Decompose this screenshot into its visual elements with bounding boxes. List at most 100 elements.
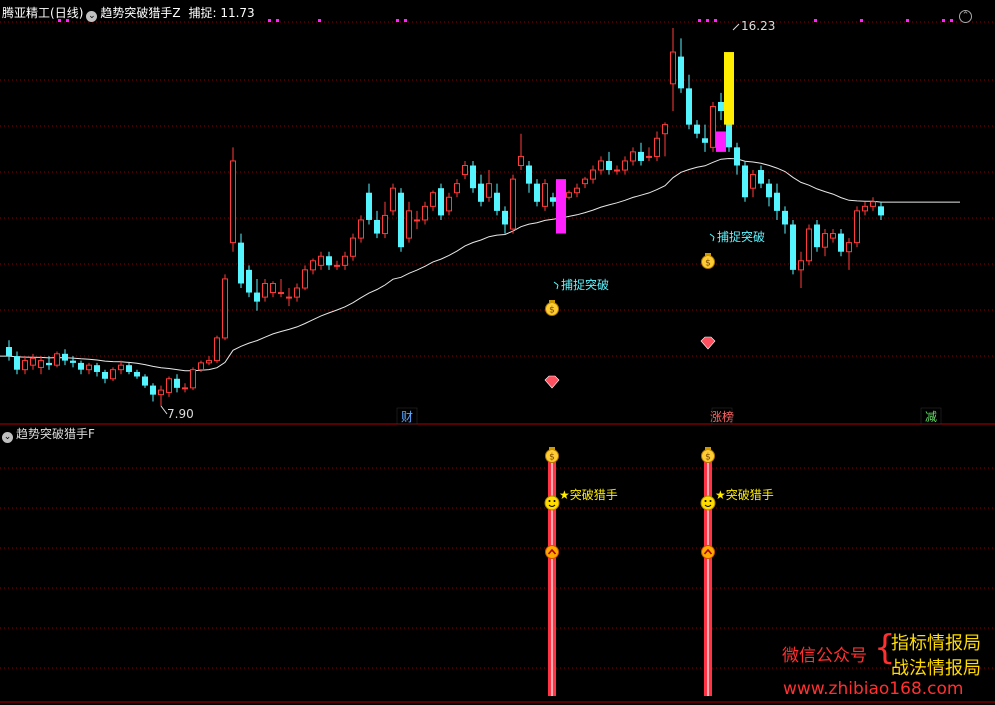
candle-body bbox=[62, 353, 68, 361]
candle-body bbox=[662, 124, 668, 135]
candle bbox=[566, 190, 572, 200]
candle-body bbox=[710, 106, 716, 148]
candle bbox=[142, 374, 148, 388]
grid-lines bbox=[0, 19, 995, 703]
candle-body bbox=[406, 210, 412, 239]
candle bbox=[550, 192, 556, 207]
signal-dot bbox=[318, 19, 321, 22]
candle bbox=[390, 183, 396, 216]
candle-body bbox=[606, 160, 612, 171]
candle bbox=[414, 210, 420, 230]
candle-body bbox=[118, 364, 124, 371]
candle-body bbox=[102, 371, 108, 379]
candle-body bbox=[38, 360, 44, 368]
signal-dot bbox=[950, 19, 953, 22]
chevron-up-icon bbox=[545, 545, 559, 559]
kline-chart[interactable]: 16.237.90捕捉突破捕捉突破$$财 涨榜减 $★突破猎手$★突破猎手 bbox=[0, 0, 995, 705]
candle-body bbox=[854, 210, 860, 244]
signal-dot bbox=[860, 19, 863, 22]
candle-body bbox=[182, 387, 188, 390]
capture-breakout-label: 捕捉突破 bbox=[561, 277, 609, 292]
candle bbox=[646, 147, 652, 161]
signal-dot bbox=[404, 19, 407, 22]
candle bbox=[374, 210, 380, 239]
candle-body bbox=[670, 51, 676, 85]
candle bbox=[302, 265, 308, 291]
smiley-eye bbox=[548, 500, 551, 502]
candle bbox=[246, 265, 252, 298]
candle bbox=[278, 278, 284, 298]
candle bbox=[670, 28, 676, 112]
signal-column-highlight bbox=[551, 452, 553, 696]
candle bbox=[230, 147, 236, 252]
candle-body bbox=[742, 165, 748, 198]
collapse-button[interactable]: ⌃ bbox=[956, 5, 975, 23]
candle-body bbox=[142, 376, 148, 386]
high-pointer bbox=[732, 23, 740, 31]
candle-body bbox=[390, 187, 396, 212]
candle-body bbox=[806, 228, 812, 262]
candle-body bbox=[542, 183, 548, 207]
candle bbox=[166, 376, 172, 397]
money-bag-icon: $ bbox=[545, 447, 559, 463]
candlestick-series bbox=[6, 28, 884, 406]
chevron-up-icon bbox=[701, 545, 715, 559]
diamond-icon bbox=[700, 336, 716, 350]
candle-body bbox=[302, 269, 308, 289]
candle-body bbox=[862, 205, 868, 212]
candle-body bbox=[398, 192, 404, 248]
candle bbox=[502, 206, 508, 234]
candle-body bbox=[590, 169, 596, 180]
candle-body bbox=[430, 192, 436, 207]
candle-body bbox=[110, 369, 116, 380]
candle bbox=[286, 288, 292, 307]
candle bbox=[782, 206, 788, 234]
candle bbox=[470, 160, 476, 193]
candle bbox=[94, 362, 100, 377]
candle-body bbox=[614, 169, 620, 172]
watermark-left: 微信公众号 bbox=[782, 646, 867, 666]
candle bbox=[270, 281, 276, 298]
smiley-face bbox=[700, 495, 716, 511]
chevron-down-icon[interactable]: ⌄ bbox=[2, 432, 13, 443]
candle bbox=[830, 229, 836, 243]
main-header: 腾亚精工(日线) ⌄ 趋势突破猎手Z 捕捉: 11.73 bbox=[2, 5, 255, 22]
candle bbox=[382, 201, 388, 239]
candle bbox=[718, 92, 724, 121]
candle-body bbox=[158, 389, 164, 396]
candle bbox=[214, 335, 220, 363]
candle bbox=[590, 165, 596, 184]
candle-body bbox=[838, 233, 844, 252]
money-bag-icon: $ bbox=[545, 300, 559, 316]
candle-body bbox=[694, 124, 700, 134]
candle bbox=[510, 174, 516, 234]
candle bbox=[742, 160, 748, 202]
candle-body bbox=[174, 378, 180, 388]
candle bbox=[206, 356, 212, 366]
signal-dot bbox=[714, 19, 717, 22]
candle-body bbox=[446, 196, 452, 212]
arrow-icon bbox=[709, 233, 715, 242]
candle bbox=[126, 362, 132, 375]
candle bbox=[134, 369, 140, 379]
capture-value: 11.73 bbox=[220, 6, 255, 20]
candle bbox=[366, 183, 372, 225]
candle bbox=[238, 233, 244, 289]
candle-body bbox=[774, 192, 780, 211]
candle-body bbox=[86, 364, 92, 371]
candle bbox=[262, 278, 268, 302]
candle-body bbox=[350, 237, 356, 257]
candle-body bbox=[470, 165, 476, 189]
money-bag-symbol: $ bbox=[705, 259, 711, 269]
candle bbox=[630, 147, 636, 166]
chevron-down-icon[interactable]: ⌄ bbox=[86, 11, 98, 22]
candle bbox=[78, 360, 84, 375]
candle bbox=[598, 156, 604, 175]
money-bag-neck bbox=[705, 447, 711, 450]
signal-dot bbox=[698, 19, 701, 22]
candle-body bbox=[334, 264, 340, 267]
candle bbox=[422, 201, 428, 225]
smiley-icon bbox=[544, 495, 560, 511]
candle-body bbox=[198, 362, 204, 371]
candle bbox=[190, 367, 196, 391]
